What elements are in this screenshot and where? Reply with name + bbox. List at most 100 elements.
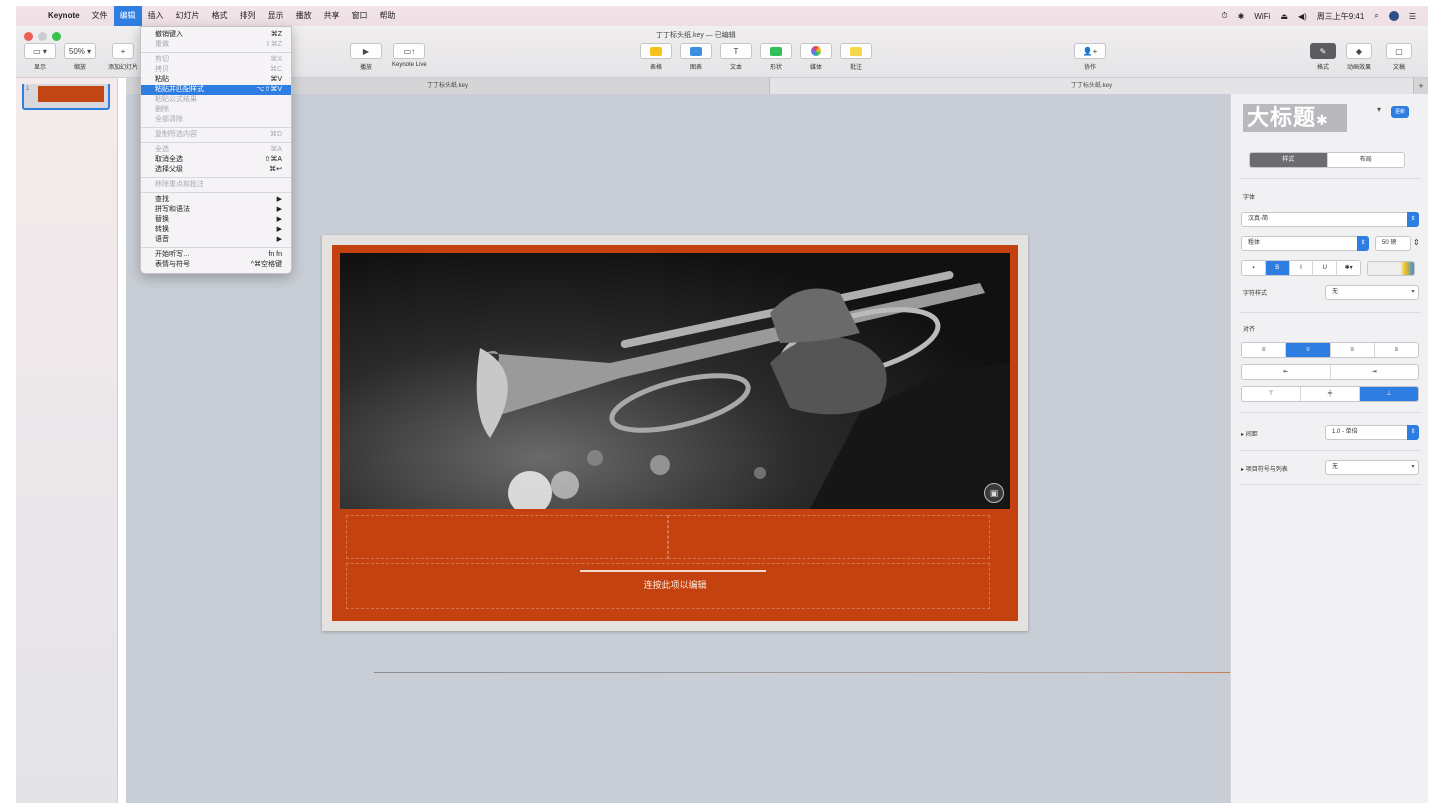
font-weight-popup[interactable]: 粗体 ⇕ (1241, 236, 1369, 251)
status-area: ⏱ ✱ WiFi ⏏ ◀) 周三上午9:41 ⌕ ☰ (1221, 11, 1428, 22)
bullets-disclosure[interactable]: ▸ 项目符号与列表 (1241, 464, 1288, 473)
view-button[interactable]: ▭ ▾ 显示 (24, 43, 56, 71)
shape-button[interactable]: 形状 (760, 43, 792, 71)
new-tab-icon[interactable]: + (1414, 78, 1428, 94)
align-right-button[interactable]: ≡ (1331, 343, 1375, 357)
chevron-down-icon[interactable]: ▾ (1377, 105, 1381, 114)
close-window-button[interactable] (24, 32, 33, 41)
edit-menu-item[interactable]: 查找 ▶ (141, 195, 291, 205)
chart-button[interactable]: 图表 (680, 43, 712, 71)
slide-thumbnail[interactable]: 1 (22, 84, 110, 110)
font-family-popup[interactable]: 汉真-简 ⇕ (1241, 212, 1419, 227)
decrease-indent-button[interactable]: ⇤ (1242, 365, 1331, 379)
bold-button[interactable]: B (1265, 261, 1290, 275)
play-button[interactable]: ▶ 播放 (350, 43, 382, 71)
wifi-icon[interactable]: WiFi (1254, 12, 1270, 21)
spotlight-icon[interactable]: ⌕ (1374, 11, 1378, 21)
format-inspector-button[interactable]: ✎ 格式 (1310, 43, 1336, 71)
align-left-button[interactable]: ≡ (1242, 343, 1287, 357)
bluetooth-icon[interactable]: ✱ (1238, 12, 1245, 21)
collaborate-button[interactable]: 👤+ 协作 (1074, 43, 1106, 71)
align-center-button[interactable]: ≡ (1286, 343, 1331, 357)
edit-menu-item[interactable]: 替换 ▶ (141, 215, 291, 225)
edit-menu-item[interactable]: 取消全选 ⇧⌘A (141, 155, 291, 165)
minimize-window-button[interactable] (38, 32, 47, 41)
edit-menu-item: 剪切 ⌘X (141, 55, 291, 65)
tab-document-2[interactable]: 丁丁标头纸.key (770, 78, 1414, 94)
align-top-button[interactable]: ⊤ (1242, 387, 1301, 401)
align-middle-button[interactable]: ╪ (1301, 387, 1360, 401)
table-button[interactable]: 表格 (640, 43, 672, 71)
separator (1239, 484, 1421, 485)
zoom-popup[interactable]: 50% ▾ 缩放 (64, 43, 96, 71)
edit-menu-item[interactable]: 语音 ▶ (141, 235, 291, 245)
user-avatar-icon[interactable] (1388, 11, 1399, 21)
document-inspector-button[interactable]: ▢ 文稿 (1386, 43, 1412, 71)
tab-layout[interactable]: 布局 (1328, 153, 1405, 167)
tab-style[interactable]: 样式 (1250, 153, 1328, 167)
italic-button[interactable]: I (1290, 261, 1314, 275)
edit-menu-item[interactable]: 表情与符号 ^⌘空格键 (141, 260, 291, 270)
edit-menu-item[interactable]: 选择父级 ⌘↩ (141, 165, 291, 175)
text-color-well[interactable] (1367, 261, 1415, 276)
slide[interactable]: ▣ 连按此项以编辑 (332, 245, 1018, 621)
menu-view[interactable]: 显示 (262, 6, 290, 26)
comment-label: 批注 (849, 65, 862, 71)
add-slide-label: 添加幻灯片 (108, 65, 139, 71)
menu-share[interactable]: 共享 (318, 6, 346, 26)
edit-menu-item[interactable]: 转换 ▶ (141, 225, 291, 235)
keynote-live-button[interactable]: ▭↑ Keynote Live (392, 43, 427, 68)
clock[interactable]: 周三上午9:41 (1317, 11, 1365, 22)
menu-app-keynote[interactable]: Keynote (42, 6, 86, 26)
menu-arrange[interactable]: 排列 (234, 6, 262, 26)
underline-button[interactable]: U (1313, 261, 1338, 275)
text-options-button[interactable]: ✱▾ (1337, 261, 1360, 275)
spacing-value: 1.0 - 单倍 (1332, 429, 1358, 435)
text-button[interactable]: T 文本 (720, 43, 752, 71)
zoom-window-button[interactable] (52, 32, 61, 41)
menu-window[interactable]: 窗口 (346, 6, 374, 26)
placeholder-box-right[interactable] (668, 515, 990, 559)
menu-format[interactable]: 格式 (206, 6, 234, 26)
font-size-stepper-icon[interactable]: ⇕ (1413, 238, 1420, 247)
replace-media-icon[interactable]: ▣ (984, 483, 1004, 503)
spacing-disclosure[interactable]: ▸ 间距 (1241, 429, 1258, 438)
font-size-field[interactable]: 50 磅 (1375, 236, 1411, 251)
edit-menu-item: 全部清除 (141, 115, 291, 125)
menu-file[interactable]: 文件 (86, 6, 114, 26)
add-slide-button[interactable]: + 添加幻灯片 (108, 43, 138, 71)
edit-menu-item[interactable]: 粘贴 ⌘V (141, 75, 291, 85)
edit-menu-item[interactable]: 粘贴并匹配样式 ⌥⇧⌘V (141, 85, 291, 95)
menu-insert[interactable]: 插入 (142, 6, 170, 26)
update-style-button[interactable]: 更新 (1391, 106, 1409, 118)
edit-menu-item[interactable]: 撤销键入 ⌘Z (141, 30, 291, 40)
menu-play[interactable]: 播放 (290, 6, 318, 26)
menu-help[interactable]: 帮助 (374, 6, 402, 26)
align-bottom-button[interactable]: ⊥ (1360, 387, 1418, 401)
slide-body-text[interactable]: 连按此项以编辑 (582, 578, 768, 591)
spacing-popup[interactable]: 1.0 - 单倍 ⇕ (1325, 425, 1419, 440)
text-color-swatch-button[interactable]: ▪ (1242, 261, 1266, 275)
notification-center-icon[interactable]: ☰ (1409, 12, 1416, 21)
placeholder-box-left[interactable] (346, 515, 668, 559)
increase-indent-button[interactable]: ⇥ (1331, 365, 1419, 379)
animate-inspector-button[interactable]: ◆ 动画效果 (1346, 43, 1372, 71)
trumpet-photo[interactable]: ▣ (340, 253, 1010, 509)
tab-bar: 丁丁标头纸.key 丁丁标头纸.key + (126, 78, 1428, 94)
comment-button[interactable]: 批注 (840, 43, 872, 71)
align-justify-button[interactable]: ≡ (1375, 343, 1418, 357)
timemachine-icon[interactable]: ⏱ (1221, 11, 1227, 21)
media-button[interactable]: 媒体 (800, 43, 832, 71)
character-style-popup[interactable]: 无 ▾ (1325, 285, 1419, 300)
bullets-popup[interactable]: 无 ▾ (1325, 460, 1419, 475)
volume-icon[interactable]: ◀) (1298, 12, 1307, 21)
navigator-divider[interactable] (118, 78, 126, 803)
edit-menu-item[interactable]: 拼写和语法 ▶ (141, 205, 291, 215)
edit-menu-item[interactable]: 开始听写… fn fn (141, 250, 291, 260)
menu-edit[interactable]: 编辑 (113, 6, 142, 26)
menu-slide[interactable]: 幻灯片 (170, 6, 206, 26)
menu-item-shortcut: ▶ (276, 216, 282, 223)
eject-icon[interactable]: ⏏ (1280, 12, 1288, 21)
paragraph-style-preview[interactable]: 大标题✱ (1243, 104, 1347, 132)
apple-menu-icon[interactable] (16, 6, 42, 26)
